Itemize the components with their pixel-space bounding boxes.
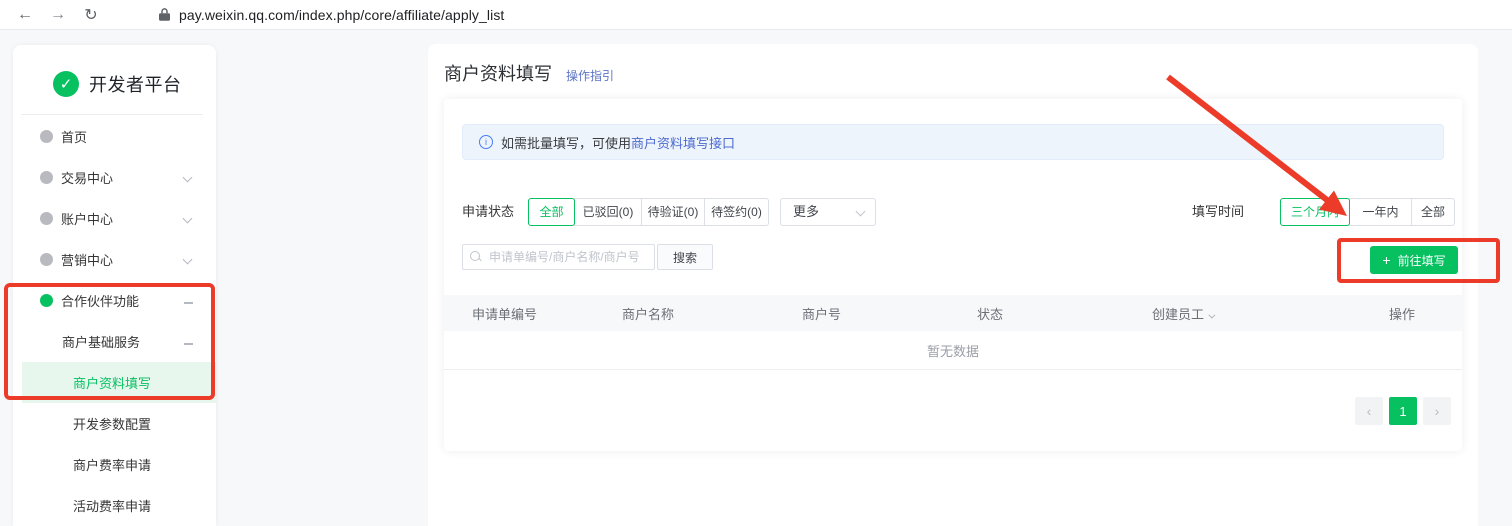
bullet-icon xyxy=(40,212,53,225)
page-1-button[interactable]: 1 xyxy=(1389,397,1417,425)
sidebar-item-label: 交易中心 xyxy=(61,168,113,187)
time-tab-all[interactable]: 全部 xyxy=(1411,198,1455,226)
main-content: 商户资料填写 操作指引 i 如需批量填写，可使用 商户资料填写接口 申请状态 全… xyxy=(428,44,1478,526)
sidebar-item-label: 活动费率申请 xyxy=(73,496,151,515)
address-bar[interactable]: pay.weixin.qq.com/index.php/core/affilia… xyxy=(179,7,504,23)
info-banner: i 如需批量填写，可使用 商户资料填写接口 xyxy=(462,124,1444,160)
prev-page-button[interactable]: ‹ xyxy=(1355,397,1383,425)
go-fill-button[interactable]: + 前往填写 xyxy=(1370,246,1458,274)
sidebar-item-trade-center[interactable]: 交易中心 xyxy=(13,157,216,198)
page-title: 商户资料填写 xyxy=(444,60,552,86)
page: ← → ↻ pay.weixin.qq.com/index.php/core/a… xyxy=(0,0,1512,526)
sidebar-item-merchant-rate-apply[interactable]: 商户费率申请 xyxy=(13,444,216,485)
sidebar-item-label: 商户资料填写 xyxy=(73,373,151,392)
content-panel: i 如需批量填写，可使用 商户资料填写接口 申请状态 全部 已驳回(0) 待验证… xyxy=(444,99,1462,451)
time-tab-three-months[interactable]: 三个月内 xyxy=(1280,198,1350,226)
active-bullet-icon xyxy=(40,294,53,307)
sidebar-item-label: 商户费率申请 xyxy=(73,455,151,474)
bullet-icon xyxy=(40,171,53,184)
col-apply-id: 申请单编号 xyxy=(472,304,622,323)
browser-toolbar: ← → ↻ pay.weixin.qq.com/index.php/core/a… xyxy=(0,0,1512,30)
info-icon: i xyxy=(479,135,493,149)
sidebar-menu: 首页 交易中心 账户中心 营销中心 合作伙伴功能 xyxy=(13,115,216,526)
chevron-down-icon xyxy=(183,214,193,224)
sidebar-item-merchant-basic-services[interactable]: 商户基础服务 xyxy=(13,321,216,362)
pagination: ‹ 1 › xyxy=(1355,397,1451,425)
collapse-icon xyxy=(184,302,193,304)
collapse-icon xyxy=(184,343,193,345)
back-icon[interactable]: ← xyxy=(14,6,36,24)
sidebar-item-label: 开发参数配置 xyxy=(73,414,151,433)
table-header-row: 申请单编号 商户名称 商户号 状态 创建员工 操作 xyxy=(444,295,1462,331)
search-area: 搜索 xyxy=(462,244,713,270)
col-merchant-id: 商户号 xyxy=(802,304,977,323)
chevron-down-icon xyxy=(183,173,193,183)
time-filter-group: 三个月内 一年内 全部 xyxy=(1280,198,1455,226)
sidebar-item-activity-rate-apply[interactable]: 活动费率申请 xyxy=(13,485,216,526)
reload-icon[interactable]: ↻ xyxy=(80,5,102,25)
next-page-button[interactable]: › xyxy=(1423,397,1451,425)
sidebar-item-dev-params[interactable]: 开发参数配置 xyxy=(13,403,216,444)
search-input[interactable] xyxy=(462,244,655,270)
sidebar-item-account-center[interactable]: 账户中心 xyxy=(13,198,216,239)
status-filter-group: 全部 已驳回(0) 待验证(0) 待签约(0) xyxy=(528,198,769,226)
go-fill-label: 前往填写 xyxy=(1398,252,1446,269)
sidebar-item-label: 商户基础服务 xyxy=(62,332,140,351)
col-creator-label: 创建员工 xyxy=(1152,307,1204,322)
status-tab-pending-sign[interactable]: 待签约(0) xyxy=(704,198,769,226)
time-filter-label: 填写时间 xyxy=(1192,198,1244,226)
more-label: 更多 xyxy=(793,204,819,219)
status-more-dropdown[interactable]: 更多 xyxy=(780,198,876,226)
time-tab-one-year[interactable]: 一年内 xyxy=(1349,198,1412,226)
status-tab-rejected[interactable]: 已驳回(0) xyxy=(574,198,642,226)
col-actions: 操作 xyxy=(1389,304,1415,323)
col-status: 状态 xyxy=(977,304,1152,323)
sidebar-item-label: 合作伙伴功能 xyxy=(61,291,139,310)
forward-icon[interactable]: → xyxy=(47,6,69,24)
chevron-down-icon xyxy=(856,207,866,217)
col-creator[interactable]: 创建员工 xyxy=(1152,304,1342,323)
brand: ✓ 开发者平台 xyxy=(13,45,216,97)
brand-name: 开发者平台 xyxy=(89,71,182,97)
sidebar-item-marketing-center[interactable]: 营销中心 xyxy=(13,239,216,280)
operation-guide-link[interactable]: 操作指引 xyxy=(566,67,614,84)
filter-chevron-icon xyxy=(1208,311,1215,318)
col-merchant-name: 商户名称 xyxy=(622,304,802,323)
sidebar-item-partner-functions[interactable]: 合作伙伴功能 xyxy=(13,280,216,321)
sidebar-item-label: 营销中心 xyxy=(61,250,113,269)
sidebar-item-home[interactable]: 首页 xyxy=(13,116,216,157)
banner-api-link[interactable]: 商户资料填写接口 xyxy=(631,133,735,152)
banner-text: 如需批量填写，可使用 xyxy=(501,133,631,152)
plus-icon: + xyxy=(1382,252,1390,268)
search-button[interactable]: 搜索 xyxy=(657,244,713,270)
status-tab-pending-verify[interactable]: 待验证(0) xyxy=(641,198,705,226)
sidebar-item-label: 账户中心 xyxy=(61,209,113,228)
sidebar-item-merchant-info-fill[interactable]: 商户资料填写 xyxy=(22,362,216,403)
sidebar-item-label: 首页 xyxy=(61,127,87,146)
table-empty-state: 暂无数据 xyxy=(444,331,1462,370)
bullet-icon xyxy=(40,130,53,143)
lock-icon xyxy=(159,8,170,21)
wechat-logo-icon: ✓ xyxy=(53,71,79,97)
bullet-icon xyxy=(40,253,53,266)
status-tab-all[interactable]: 全部 xyxy=(528,198,575,226)
status-filter-label: 申请状态 xyxy=(462,198,514,226)
sidebar: ✓ 开发者平台 首页 交易中心 账户中心 营销中心 xyxy=(13,45,216,526)
page-header: 商户资料填写 操作指引 xyxy=(428,44,1478,86)
chevron-down-icon xyxy=(183,255,193,265)
